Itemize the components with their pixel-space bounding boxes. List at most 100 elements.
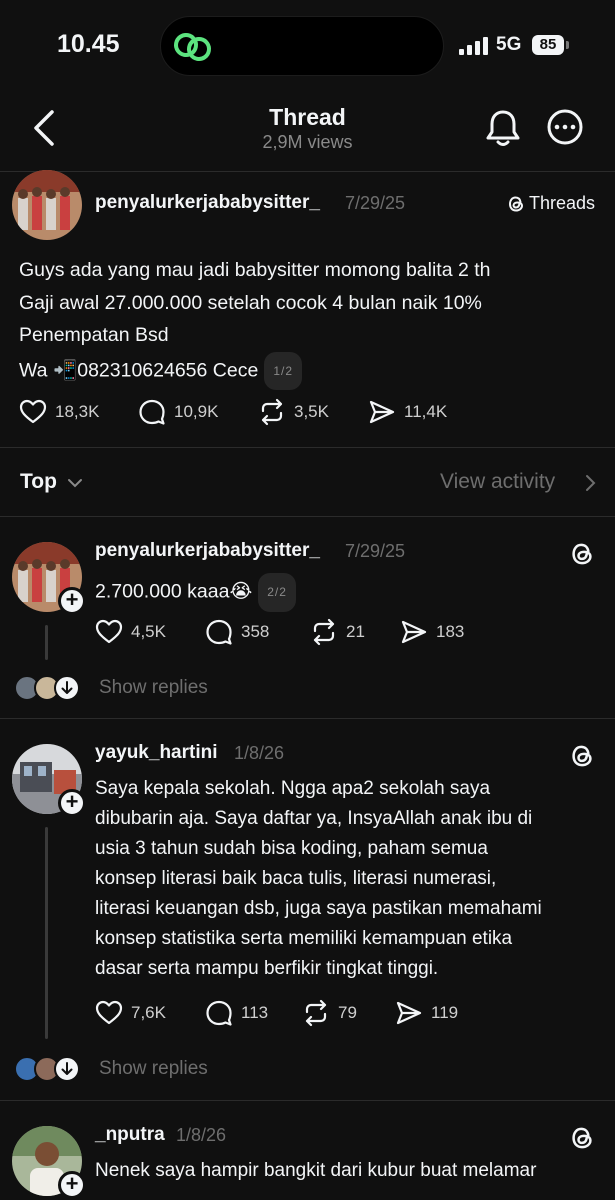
share-icon [396, 1001, 422, 1025]
link-app-icon [174, 32, 211, 61]
divider [0, 447, 615, 448]
share-count: 119 [431, 1003, 459, 1022]
follow-plus-icon[interactable]: + [58, 1171, 86, 1199]
repost-button[interactable]: 79 [302, 998, 357, 1028]
repost-icon [305, 999, 327, 1027]
threads-logo-icon[interactable] [568, 540, 596, 568]
post-date: 7/29/25 [345, 193, 406, 213]
share-count: 11,4K [404, 402, 448, 421]
like-button[interactable]: 18,3K [19, 397, 99, 427]
reply-line: literasi keuangan dsb, juga saya pastika… [95, 898, 542, 919]
reply-avatars [14, 675, 84, 701]
divider [0, 516, 615, 517]
show-replies-link[interactable]: Show replies [99, 677, 208, 699]
like-count: 7,6K [131, 1003, 166, 1022]
reply-actions: 4,5K 358 21 183 [95, 617, 575, 647]
thread-line [45, 827, 48, 1039]
comment-icon [139, 399, 165, 425]
comment-button[interactable]: 113 [205, 998, 268, 1028]
page-indicator: 1/2 [264, 351, 302, 390]
follow-plus-icon[interactable]: + [58, 587, 86, 615]
arrow-down-icon[interactable] [54, 1056, 80, 1082]
share-button[interactable]: 11,4K [368, 397, 447, 427]
page-indicator: 2/2 [258, 573, 296, 612]
status-bar: 10.45 5G 85 [0, 0, 615, 92]
repost-button[interactable]: 21 [310, 617, 365, 647]
threads-logo-icon [508, 195, 524, 212]
reply-line: konsep statistika serta memiliki kemampu… [95, 928, 513, 949]
like-count: 4,5K [131, 622, 166, 641]
view-activity-link[interactable]: View activity [440, 470, 555, 494]
signal-icon [459, 37, 488, 55]
share-icon [401, 620, 427, 644]
like-button[interactable]: 4,5K [95, 617, 166, 647]
repost-icon [313, 618, 335, 646]
comment-button[interactable]: 10,9K [138, 397, 218, 427]
arrow-down-icon[interactable] [54, 675, 80, 701]
reply-line: dibubarin aja. Saya daftar ya, InsyaAlla… [95, 808, 533, 829]
post-username[interactable]: penyalurkerjababysitter_ [95, 192, 320, 214]
reply-avatars [14, 1056, 84, 1082]
reply-date: 1/8/26 [176, 1125, 227, 1145]
post-text: Guys ada yang mau jadi babysitter momong… [19, 254, 599, 390]
avatar[interactable] [12, 170, 82, 240]
sort-dropdown[interactable]: Top [20, 470, 57, 494]
reply-date: 7/29/25 [345, 541, 406, 561]
comment-icon [206, 1000, 232, 1026]
reply-date: 1/8/26 [234, 743, 285, 763]
comment-button[interactable]: 358 [205, 617, 269, 647]
network-type: 5G [496, 34, 522, 55]
thread-header: Thread 2,9M views [0, 92, 615, 172]
comment-icon [206, 619, 232, 645]
share-count: 183 [436, 622, 465, 641]
post-line-text: Wa 📲082310624656 Cece [19, 358, 259, 381]
reply-username[interactable]: penyalurkerjababysitter_ [95, 540, 320, 562]
avatar-photo [12, 170, 82, 240]
threads-logo-icon[interactable] [568, 742, 596, 770]
dynamic-island[interactable] [160, 16, 444, 76]
reply-line: usia 3 tahun sudah bisa koding, paham se… [95, 838, 488, 859]
reply-actions: 7,6K 113 79 119 [95, 998, 575, 1028]
heart-icon [19, 399, 47, 424]
heart-icon [95, 619, 123, 644]
show-replies-link[interactable]: Show replies [99, 1058, 208, 1080]
comment-count: 113 [241, 1003, 269, 1022]
repost-count: 79 [338, 1003, 357, 1022]
battery-level: 85 [532, 35, 564, 55]
sort-row: Top View activity [0, 466, 615, 506]
share-icon [369, 400, 395, 424]
repost-icon [261, 398, 283, 426]
repost-count: 3,5K [294, 402, 329, 421]
views-count: 2,9M views [262, 132, 353, 152]
reply-username[interactable]: yayuk_hartini [95, 742, 218, 764]
like-button[interactable]: 7,6K [95, 998, 166, 1028]
divider [0, 1100, 615, 1101]
thread-line [45, 625, 48, 660]
share-button[interactable]: 183 [400, 617, 464, 647]
like-count: 18,3K [55, 402, 100, 421]
reply-text: Nenek saya hampir bangkit dari kubur bua… [95, 1160, 537, 1181]
repost-button[interactable]: 3,5K [258, 397, 329, 427]
chevron-down-icon[interactable] [66, 476, 84, 490]
threads-logo-icon[interactable] [568, 1124, 596, 1152]
page-title: Thread [269, 104, 346, 130]
chevron-right-icon[interactable] [584, 473, 596, 493]
post-actions: 18,3K 10,9K 3,5K 11,4K [19, 397, 579, 427]
bell-icon[interactable] [485, 108, 521, 148]
reply-text: Saya kepala sekolah. Ngga apa2 sekolah s… [95, 774, 610, 984]
threads-badge-label: Threads [529, 193, 596, 213]
reply-username[interactable]: _nputra [95, 1124, 165, 1146]
follow-plus-icon[interactable]: + [58, 789, 86, 817]
battery-cap [566, 41, 569, 49]
repost-count: 21 [346, 622, 365, 641]
post-line: Gaji awal 27.000.000 setelah cocok 4 bul… [19, 291, 482, 314]
post-line: Wa 📲082310624656 Cece 1/2 [19, 351, 599, 390]
reply-text-content: 2.700.000 kaaa😭 [95, 580, 253, 603]
threads-badge[interactable]: Threads [507, 193, 595, 214]
reply-line: Saya kepala sekolah. Ngga apa2 sekolah s… [95, 778, 491, 799]
comment-count: 10,9K [174, 402, 219, 421]
more-icon[interactable] [546, 108, 584, 146]
divider [0, 718, 615, 719]
status-time: 10.45 [57, 30, 120, 58]
share-button[interactable]: 119 [395, 998, 458, 1028]
